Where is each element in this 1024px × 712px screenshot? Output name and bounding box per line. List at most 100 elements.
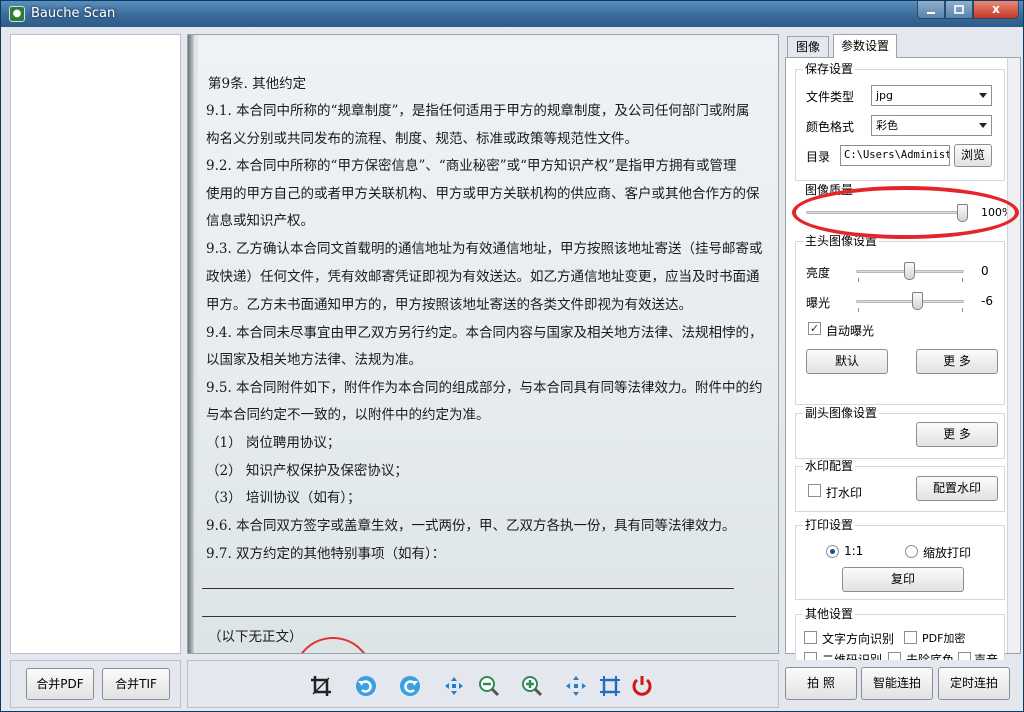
doc-line: 第9条. 其他约定 [208, 76, 307, 92]
other-settings-title: 其他设置 [803, 607, 856, 621]
tick [962, 308, 963, 312]
doc-line: 9.5. 本合同附件如下，附件作为本合同的组成部分，与本合同具有同等法律效力。附… [206, 380, 763, 396]
app-title: Bauche Scan [31, 6, 116, 21]
other-settings-group: 其他设置 文字方向识别 PDF加密 二维码识别 去除底色 声音 [795, 607, 1005, 667]
capture-toolbar: 拍 照 智能连拍 定时连拍 [785, 660, 1021, 708]
minimize-icon [927, 12, 935, 14]
settings-panel: 图像 参数设置 保存设置 文件类型 jpg 颜色格式 彩色 目录 C:\User… [785, 34, 1021, 667]
document-shadow [188, 35, 194, 653]
print-settings-group: 打印设置 1:1 缩放打印 复印 [795, 518, 1005, 600]
tick [858, 278, 859, 282]
crop-icon[interactable] [309, 674, 333, 698]
sub-more-button[interactable]: 更 多 [916, 422, 998, 447]
doc-line: 甲方。乙方未书面通知甲方的，甲方按照该地址寄送的各类文件即视为有效送达。 [206, 297, 692, 313]
thumbnail-panel[interactable] [10, 34, 181, 654]
sub-camera-title: 副头图像设置 [803, 406, 880, 420]
brightness-slider[interactable] [904, 262, 915, 280]
image-quality-group: 图像质量 100% [795, 183, 1012, 238]
doc-line: 构名义分别或共同发布的流程、制度、规范、标准或政策等规范性文件。 [206, 131, 638, 147]
signature-line [202, 588, 734, 589]
tick [962, 278, 963, 282]
main-camera-title: 主头图像设置 [803, 234, 880, 248]
title-bar[interactable]: ● Bauche Scan x [1, 1, 1023, 27]
browse-button[interactable]: 浏览 [954, 144, 992, 167]
exposure-label: 曝光 [806, 296, 831, 310]
doc-line: 9.3. 乙方确认本合同文首载明的通信地址为有效通信地址，甲方按照该地址寄送（挂… [206, 241, 763, 257]
image-quality-track [806, 211, 966, 214]
file-type-value: jpg [876, 89, 894, 102]
pdf-encrypt-checkbox[interactable] [904, 631, 917, 644]
tab-image[interactable]: 图像 [787, 36, 829, 57]
chevron-down-icon [979, 123, 987, 128]
power-icon[interactable] [630, 674, 654, 698]
watermark-checkbox[interactable] [808, 484, 821, 497]
main-camera-group: 主头图像设置 亮度 0 曝光 -6 ✓ 自动曝光 默认 更 多 [795, 234, 1005, 405]
scale-print-radio[interactable] [905, 545, 918, 558]
file-type-select[interactable]: jpg [871, 85, 992, 106]
default-button[interactable]: 默认 [806, 349, 888, 374]
exposure-track [856, 300, 964, 303]
timed-batch-button[interactable]: 定时连拍 [938, 667, 1010, 700]
doc-line: 9.4. 本合同未尽事宜由甲乙双方另行约定。本合同内容与国家及相关地方法律、法规… [206, 325, 763, 341]
tab-params[interactable]: 参数设置 [833, 34, 897, 58]
doc-line: 以国家及相关地方法律、法规为准。 [206, 352, 422, 368]
copy-button[interactable]: 复印 [842, 567, 964, 592]
main-more-button[interactable]: 更 多 [916, 349, 998, 374]
color-format-value: 彩色 [876, 119, 898, 132]
ratio-radio[interactable] [826, 545, 839, 558]
close-button[interactable]: x [973, 1, 1019, 19]
rotate-right-icon[interactable] [398, 674, 422, 698]
preview-area[interactable]: 第9条. 其他约定 9.1. 本合同中所称的“规章制度”，是指任何适用于甲方的规… [187, 34, 779, 654]
scale-print-label: 缩放打印 [923, 546, 972, 560]
image-quality-title: 图像质量 [803, 183, 856, 197]
color-format-label: 颜色格式 [806, 120, 855, 134]
merge-toolbar: 合并PDF 合并TIF [10, 660, 181, 708]
directory-input[interactable]: C:\Users\Administ [840, 145, 950, 166]
vertical-scrollbar[interactable] [1007, 58, 1020, 653]
auto-exposure-label: 自动曝光 [826, 324, 875, 338]
sub-camera-group: 副头图像设置 更 多 [795, 406, 1005, 459]
merge-pdf-button[interactable]: 合并PDF [26, 668, 94, 700]
minimize-button[interactable] [917, 1, 945, 19]
ratio-label: 1:1 [844, 544, 864, 558]
save-settings-group: 保存设置 文件类型 jpg 颜色格式 彩色 目录 C:\Users\Admini… [795, 62, 1005, 181]
doc-line: 9.1. 本合同中所称的“规章制度”，是指任何适用于甲方的规章制度，及公司任何部… [206, 103, 750, 119]
config-watermark-button[interactable]: 配置水印 [916, 476, 998, 501]
zoom-in-icon[interactable] [520, 674, 544, 698]
rotate-left-icon[interactable] [354, 674, 378, 698]
brightness-label: 亮度 [806, 266, 831, 280]
doc-line: （2） 知识产权保护及保密协议； [206, 463, 408, 479]
color-format-select[interactable]: 彩色 [871, 115, 992, 136]
doc-line: （3） 培训协议（如有）； [206, 490, 361, 506]
tick [858, 308, 859, 312]
text-direction-label: 文字方向识别 [822, 632, 895, 646]
move-icon[interactable] [564, 674, 588, 698]
close-icon: x [992, 2, 1000, 16]
red-seal-stamp [293, 637, 373, 653]
exposure-value: -6 [981, 294, 993, 308]
doc-line: 9.6. 本合同双方签字或盖章生效，一式两份，甲、乙双方各执一份，具有同等法律效… [206, 518, 736, 534]
capture-button[interactable]: 拍 照 [785, 667, 857, 700]
doc-line: 与本合同约定不一致的，以附件中的约定为准。 [206, 407, 490, 423]
settings-body: 保存设置 文件类型 jpg 颜色格式 彩色 目录 C:\Users\Admini… [785, 57, 1021, 667]
maximize-icon [954, 5, 964, 14]
fit-icon[interactable] [442, 674, 466, 698]
image-quality-slider[interactable] [957, 204, 968, 222]
zoom-out-icon[interactable] [477, 674, 501, 698]
text-direction-checkbox[interactable] [804, 631, 817, 644]
smart-batch-button[interactable]: 智能连拍 [861, 667, 933, 700]
save-settings-title: 保存设置 [803, 62, 856, 76]
directory-label: 目录 [806, 150, 831, 164]
maximize-button[interactable] [945, 1, 973, 19]
exposure-slider[interactable] [912, 292, 923, 310]
app-logo-icon: ● [9, 6, 25, 22]
signature-line [202, 616, 736, 617]
merge-tif-button[interactable]: 合并TIF [102, 668, 170, 700]
file-type-label: 文件类型 [806, 90, 855, 104]
app-window: ● Bauche Scan x 第9条. 其他约定 9.1. 本合同中所称的“规… [0, 0, 1024, 712]
brightness-value: 0 [981, 264, 989, 278]
frame-icon[interactable] [598, 674, 622, 698]
auto-exposure-checkbox[interactable]: ✓ [808, 322, 821, 335]
watermark-checkbox-label: 打水印 [826, 486, 863, 500]
doc-line: 9.7. 双方约定的其他特别事项（如有）： [206, 546, 446, 562]
